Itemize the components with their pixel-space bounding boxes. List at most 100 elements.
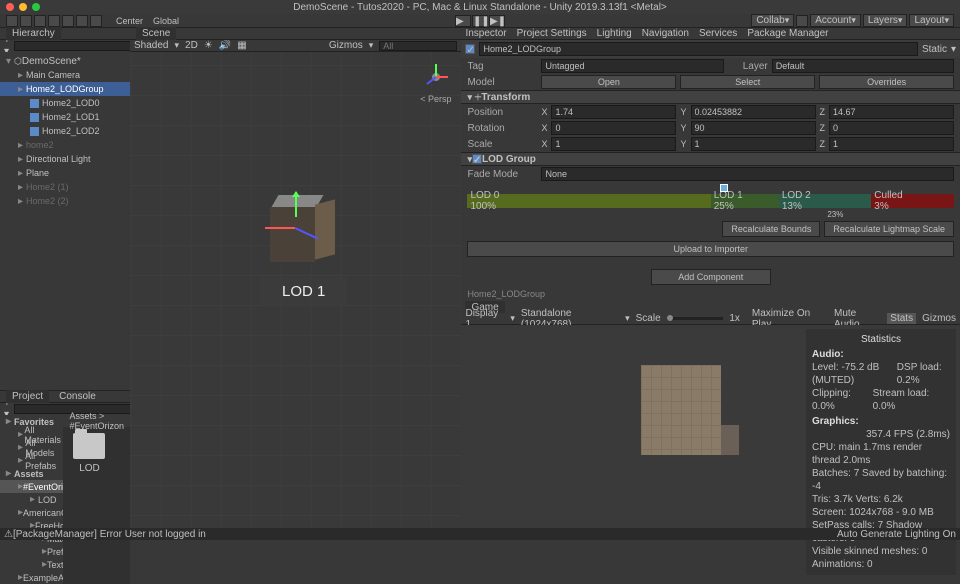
step-button[interactable]: ▶❚ bbox=[489, 15, 505, 27]
play-button[interactable]: ▶ bbox=[455, 15, 471, 27]
lod-bar[interactable]: LOD 0100% LOD 125% LOD 213% Culled3% bbox=[467, 194, 954, 208]
project-tree-item[interactable]: ▸Prefabs bbox=[0, 545, 63, 558]
add-component-button[interactable]: Add Component bbox=[651, 269, 771, 285]
status-message[interactable]: [PackageManager] Error User not logged i… bbox=[13, 529, 206, 540]
project-settings-tab[interactable]: Project Settings bbox=[517, 28, 587, 39]
lighting-toggle-icon[interactable]: ☀ bbox=[204, 40, 213, 51]
scale-x-input[interactable] bbox=[551, 137, 676, 151]
project-tree-item[interactable]: ▸AmericanCityPack bbox=[0, 506, 63, 519]
fx-toggle-icon[interactable]: ▦ bbox=[237, 40, 246, 51]
hierarchy-search-input[interactable] bbox=[14, 41, 139, 51]
rot-y-input[interactable] bbox=[691, 121, 816, 135]
project-tree-item[interactable]: ▸LOD bbox=[0, 493, 63, 506]
orientation-gizmo[interactable] bbox=[421, 62, 451, 92]
inspector-tab[interactable]: Inspector bbox=[465, 28, 506, 39]
pause-button[interactable]: ❚❚ bbox=[472, 15, 488, 27]
scene-view[interactable]: < Persp LOD 1 bbox=[130, 52, 461, 528]
scene-model[interactable] bbox=[270, 197, 330, 267]
scale-z-input[interactable] bbox=[829, 137, 954, 151]
hierarchy-item[interactable]: ▸Directional Light bbox=[0, 152, 130, 166]
move-tool-button[interactable] bbox=[20, 15, 32, 27]
hierarchy-tab[interactable]: Hierarchy bbox=[0, 28, 130, 40]
rotate-tool-button[interactable] bbox=[34, 15, 46, 27]
project-tree-item[interactable]: ▸Textures bbox=[0, 558, 63, 571]
tag-dropdown[interactable]: Untagged bbox=[541, 59, 723, 73]
static-dropdown[interactable]: Static bbox=[922, 44, 947, 55]
folder-label: LOD bbox=[69, 463, 109, 474]
account-dropdown[interactable]: Account ▾ bbox=[810, 14, 861, 27]
persp-label[interactable]: < Persp bbox=[420, 94, 451, 104]
2d-toggle[interactable]: 2D bbox=[185, 40, 198, 51]
upload-importer-button[interactable]: Upload to Importer bbox=[467, 241, 954, 257]
navigation-tab[interactable]: Navigation bbox=[642, 28, 689, 39]
pivot-toggle[interactable]: Center bbox=[112, 16, 147, 26]
scene-row[interactable]: ▾⬡ DemoScene* bbox=[0, 54, 130, 68]
project-tree-item[interactable]: ▸All Prefabs bbox=[0, 454, 63, 467]
recalc-lightmap-button[interactable]: Recalculate Lightmap Scale bbox=[824, 221, 954, 237]
project-tab[interactable]: Project bbox=[6, 390, 49, 403]
pos-y-input[interactable] bbox=[691, 105, 816, 119]
close-window-icon[interactable] bbox=[6, 3, 14, 11]
object-name-input[interactable] bbox=[479, 42, 917, 56]
rot-x-input[interactable] bbox=[551, 121, 676, 135]
rect-tool-button[interactable] bbox=[62, 15, 74, 27]
y-axis-gizmo[interactable] bbox=[295, 192, 297, 217]
hierarchy-item[interactable]: ▸home2 bbox=[0, 138, 130, 152]
scale-y-input[interactable] bbox=[691, 137, 816, 151]
hierarchy-item[interactable]: ▸Main Camera bbox=[0, 68, 130, 82]
prefab-open-button[interactable]: Open bbox=[541, 75, 676, 89]
recalc-bounds-button[interactable]: Recalculate Bounds bbox=[722, 221, 820, 237]
space-toggle[interactable]: Global bbox=[149, 16, 183, 26]
transform-component-header[interactable]: ▾ 🞡 Transform bbox=[461, 90, 960, 104]
prefab-select-button[interactable]: Select bbox=[680, 75, 815, 89]
scale-tool-button[interactable] bbox=[48, 15, 60, 27]
x-axis-gizmo[interactable] bbox=[265, 227, 295, 229]
audio-toggle-icon[interactable]: 🔊 bbox=[219, 40, 231, 51]
layout-dropdown[interactable]: Layout ▾ bbox=[909, 14, 954, 27]
lighting-status[interactable]: Auto Generate Lighting On bbox=[837, 529, 956, 540]
minimize-window-icon[interactable] bbox=[19, 3, 27, 11]
console-tab[interactable]: Console bbox=[53, 390, 102, 403]
folder-item[interactable]: LOD bbox=[69, 433, 109, 474]
hierarchy-item[interactable]: ▸Plane bbox=[0, 166, 130, 180]
maximize-window-icon[interactable] bbox=[32, 3, 40, 11]
window-titlebar: DemoScene - Tutos2020 - PC, Mac & Linux … bbox=[0, 0, 960, 14]
cloud-icon[interactable] bbox=[796, 15, 808, 27]
prefab-overrides-button[interactable]: Overrides bbox=[819, 75, 954, 89]
object-active-checkbox[interactable]: ✓ bbox=[465, 44, 475, 54]
stats-toggle[interactable]: Stats bbox=[887, 313, 916, 324]
transform-tool-button[interactable] bbox=[76, 15, 88, 27]
services-tab[interactable]: Services bbox=[699, 28, 737, 39]
gizmos-dropdown[interactable]: Gizmos bbox=[329, 40, 363, 51]
hand-tool-button[interactable] bbox=[6, 15, 18, 27]
hierarchy-item[interactable]: Home2_LOD1 bbox=[0, 110, 130, 124]
scene-search-input[interactable] bbox=[379, 41, 457, 51]
game-gizmos-dropdown[interactable]: Gizmos bbox=[922, 313, 956, 324]
game-view[interactable]: Statistics Audio: Level: -75.2 dB (MUTED… bbox=[461, 325, 960, 528]
rot-z-input[interactable] bbox=[829, 121, 954, 135]
lighting-tab[interactable]: Lighting bbox=[597, 28, 632, 39]
hierarchy-item[interactable]: ▸Home2_LODGroup bbox=[0, 82, 130, 96]
layer-dropdown[interactable]: Default bbox=[772, 59, 954, 73]
pos-x-input[interactable] bbox=[551, 105, 676, 119]
custom-tool-button[interactable] bbox=[90, 15, 102, 27]
hierarchy-item[interactable]: Home2_LOD2 bbox=[0, 124, 130, 138]
fade-mode-dropdown[interactable]: None bbox=[541, 167, 954, 181]
lodgroup-component-header[interactable]: ▾ ✓ LOD Group bbox=[461, 152, 960, 166]
shading-dropdown[interactable]: Shaded bbox=[134, 40, 168, 51]
project-tree-item[interactable]: ▸#EventOrizon bbox=[0, 480, 63, 493]
project-tree-item[interactable]: ▸ExampleAssets bbox=[0, 571, 63, 584]
scene-tab[interactable]: Scene bbox=[136, 27, 176, 40]
window-title: DemoScene - Tutos2020 - PC, Mac & Linux … bbox=[293, 2, 667, 13]
pos-z-input[interactable] bbox=[829, 105, 954, 119]
hierarchy-item[interactable]: Home2_LOD0 bbox=[0, 96, 130, 110]
scale-slider[interactable] bbox=[667, 317, 724, 320]
project-breadcrumb[interactable]: Assets > #EventOrizon bbox=[63, 415, 130, 427]
layers-dropdown[interactable]: Layers ▾ bbox=[863, 14, 908, 27]
game-model bbox=[641, 365, 721, 455]
lod-camera-marker[interactable] bbox=[720, 184, 728, 192]
hierarchy-item[interactable]: ▸Home2 (2) bbox=[0, 194, 130, 208]
hierarchy-item[interactable]: ▸Home2 (1) bbox=[0, 180, 130, 194]
collab-dropdown[interactable]: Collab ▾ bbox=[751, 14, 794, 27]
package-manager-tab[interactable]: Package Manager bbox=[747, 28, 828, 39]
